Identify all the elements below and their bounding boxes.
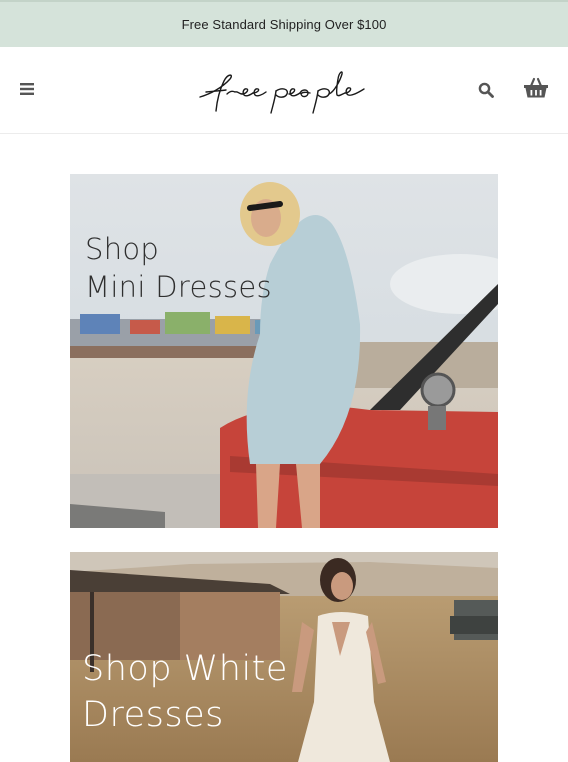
brand-logo[interactable] xyxy=(196,67,374,115)
menu-button[interactable] xyxy=(12,77,42,101)
search-button[interactable] xyxy=(474,78,498,102)
promo-title-mini-dresses: Shop Mini Dresses xyxy=(85,232,272,304)
site-header xyxy=(0,47,568,134)
search-icon xyxy=(478,82,494,98)
promo-card-white-dresses[interactable]: Shop White Dresses xyxy=(70,552,498,762)
promo-banner[interactable]: Free Standard Shipping Over $100 xyxy=(0,0,568,47)
cart-button[interactable] xyxy=(520,73,552,103)
promo-card-mini-dresses[interactable]: Shop Mini Dresses xyxy=(70,174,498,528)
hamburger-icon xyxy=(20,83,34,95)
promo-banner-text: Free Standard Shipping Over $100 xyxy=(181,17,387,32)
promo-image-mini-dresses xyxy=(70,174,498,528)
promo-title-white-dresses: Shop White Dresses xyxy=(82,649,288,735)
basket-icon xyxy=(524,77,548,98)
